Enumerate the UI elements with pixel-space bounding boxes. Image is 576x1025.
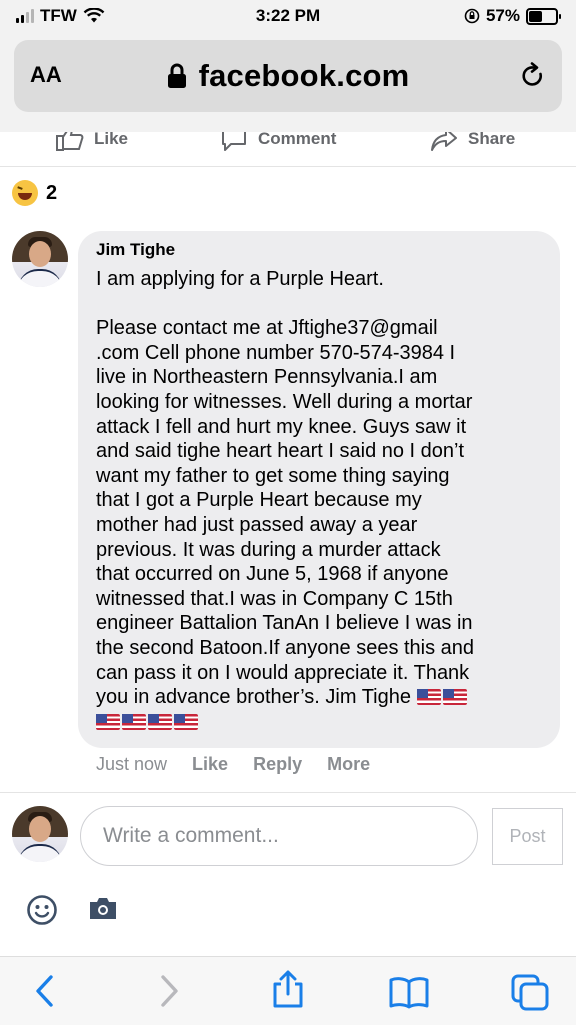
address-bar[interactable]: AA facebook.com	[14, 40, 562, 112]
comment-timestamp: Just now	[96, 754, 168, 774]
comment-action[interactable]: Comment	[220, 132, 336, 152]
comment-meta: Just now Like Reply More	[96, 754, 370, 775]
comment-like-link[interactable]: Like	[192, 754, 228, 775]
forward-icon[interactable]	[156, 973, 182, 1009]
lock-icon	[167, 63, 186, 88]
us-flag-icon	[148, 713, 172, 730]
status-bar: TFW 3:22 PM 57%	[0, 0, 576, 34]
post-actions-row: Like Comment Share	[0, 132, 576, 167]
url-display[interactable]: facebook.com	[14, 58, 562, 94]
comment-text: I am applying for a Purple Heart. Please…	[96, 268, 475, 709]
share-icon	[431, 132, 457, 151]
comment-bubble: Jim Tighe I am applying for a Purple Hea…	[78, 231, 560, 748]
like-label: Like	[94, 132, 129, 148]
reload-icon[interactable]	[520, 62, 546, 90]
us-flag-icon	[416, 689, 441, 706]
us-flag-icon	[442, 689, 467, 706]
tabs-icon[interactable]	[510, 973, 550, 1011]
browser-address-area: AA facebook.com	[0, 34, 576, 132]
reaction-summary[interactable]: 2	[12, 180, 57, 206]
composer-avatar	[12, 806, 68, 862]
camera-icon[interactable]	[88, 896, 118, 922]
url-text: facebook.com	[198, 58, 410, 93]
comment-body: I am applying for a Purple Heart. Please…	[96, 267, 548, 734]
reaction-count: 2	[46, 181, 58, 204]
post-button[interactable]: Post	[492, 808, 563, 865]
comment-more-link[interactable]: More	[327, 754, 370, 775]
browser-toolbar	[0, 956, 576, 1025]
us-flag-icon	[96, 713, 120, 730]
share-action[interactable]: Share	[430, 132, 515, 152]
battery-icon	[526, 7, 561, 25]
battery-percent: 57%	[485, 6, 520, 25]
thumbs-up-icon	[56, 132, 84, 151]
comment-author[interactable]: Jim Tighe	[96, 240, 175, 260]
comment-input[interactable]: Write a comment...	[80, 806, 478, 866]
share-sheet-icon[interactable]	[270, 969, 306, 1009]
us-flag-icon	[174, 713, 198, 730]
comment-icon	[222, 132, 246, 151]
laugh-emoji-icon	[12, 180, 38, 206]
comment-reply-link[interactable]: Reply	[253, 754, 302, 775]
divider	[0, 792, 576, 793]
like-action[interactable]: Like	[56, 132, 128, 152]
comment-label: Comment	[258, 132, 337, 148]
status-right: 57%	[464, 6, 561, 26]
share-label: Share	[468, 132, 516, 148]
avatar[interactable]	[12, 231, 68, 287]
emoji-icon[interactable]	[26, 894, 58, 926]
back-icon[interactable]	[32, 973, 58, 1009]
bookmarks-icon[interactable]	[388, 975, 430, 1009]
orientation-lock-icon	[464, 8, 480, 24]
us-flag-icon	[122, 713, 146, 730]
